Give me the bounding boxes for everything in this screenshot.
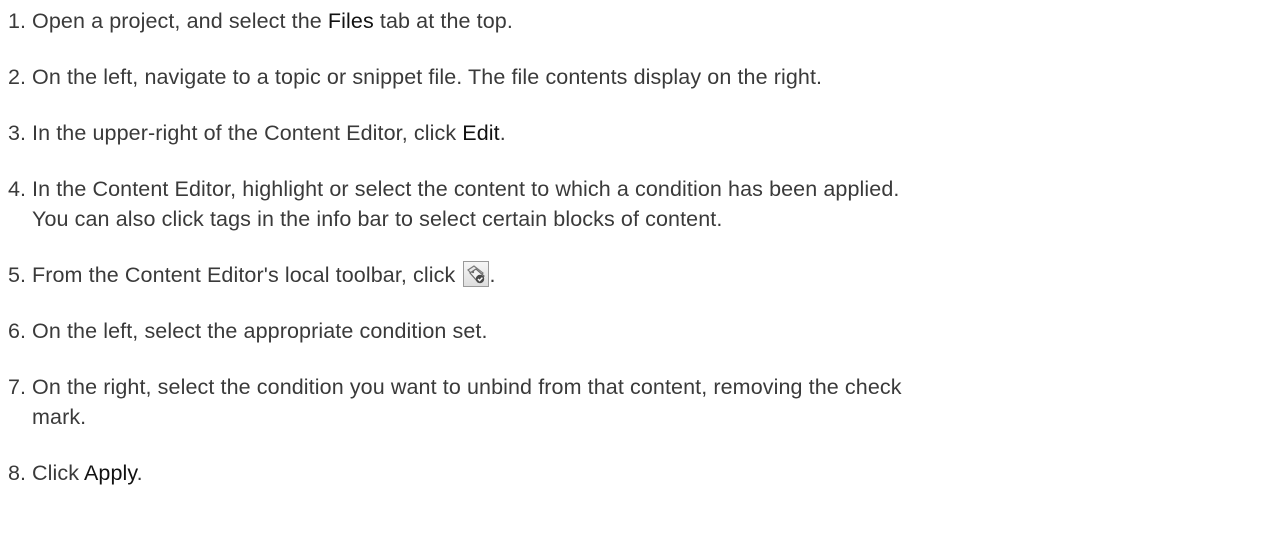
step-number: 1.: [8, 9, 27, 33]
step-4: 4. In the Content Editor, highlight or s…: [0, 174, 1266, 234]
step-number: 4.: [8, 177, 27, 201]
step-2: 2. On the left, navigate to a topic or s…: [0, 62, 1266, 92]
step-text: mark.: [32, 405, 87, 429]
step-number: 6.: [8, 319, 27, 343]
step-number: 3.: [8, 121, 27, 145]
step-text: In the Content Editor, highlight or sele…: [32, 177, 900, 201]
step-bold-text: Edit: [462, 121, 500, 145]
step-number: 8.: [8, 461, 27, 485]
step-text: .: [499, 121, 506, 145]
step-text: Open a project, and select the: [32, 9, 328, 33]
instruction-steps: 1. Open a project, and select the Files …: [0, 6, 1266, 488]
step-text: .: [489, 263, 496, 287]
step-text: Click: [32, 461, 84, 485]
step-5: 5. From the Content Editor's local toolb…: [0, 260, 1266, 290]
step-text: .: [136, 461, 143, 485]
step-1: 1. Open a project, and select the Files …: [0, 6, 1266, 36]
step-text: On the left, navigate to a topic or snip…: [32, 65, 823, 89]
step-number: 5.: [8, 263, 27, 287]
step-text: In the upper-right of the Content Editor…: [32, 121, 463, 145]
step-number: 2.: [8, 65, 27, 89]
step-text: On the right, select the condition you w…: [32, 375, 902, 399]
step-bold-text: Files: [327, 9, 374, 33]
condition-tag-icon: [463, 261, 490, 287]
step-7: 7. On the right, select the condition yo…: [0, 372, 1266, 432]
step-number: 7.: [8, 375, 27, 399]
step-3: 3. In the upper-right of the Content Edi…: [0, 118, 1266, 148]
step-text: From the Content Editor's local toolbar,…: [32, 263, 462, 287]
step-6: 6. On the left, select the appropriate c…: [0, 316, 1266, 346]
step-8: 8. Click Apply.: [0, 458, 1266, 488]
step-text: You can also click tags in the info bar …: [32, 207, 723, 231]
step-text: tab at the top.: [373, 9, 513, 33]
step-bold-text: Apply: [83, 461, 137, 485]
step-text: On the left, select the appropriate cond…: [32, 319, 488, 343]
